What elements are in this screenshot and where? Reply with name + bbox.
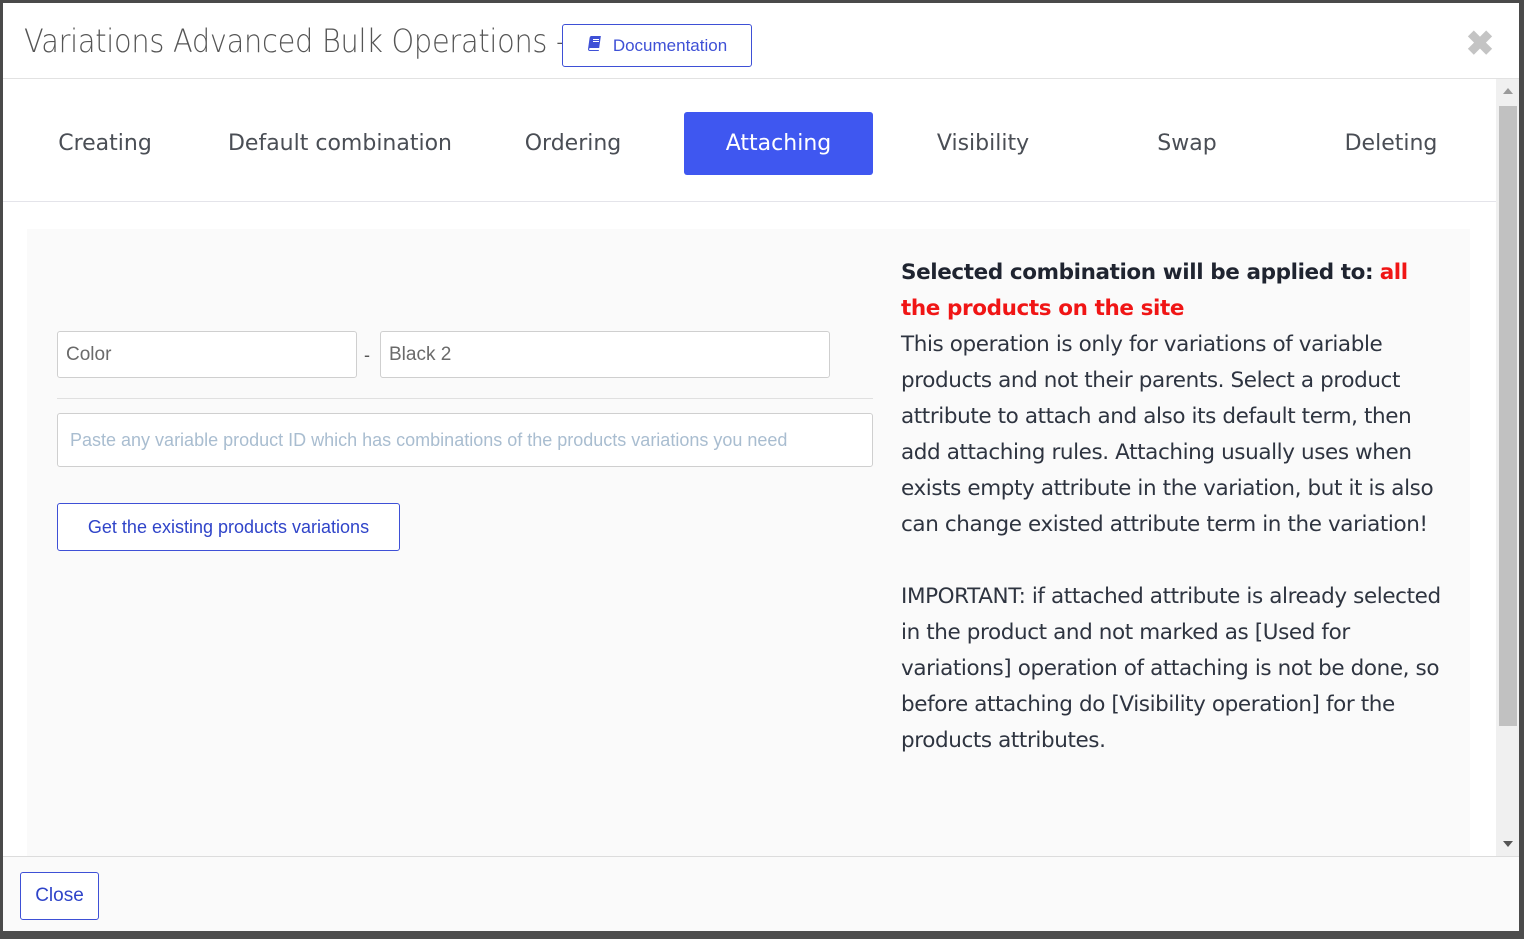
tab-swap[interactable]: Swap <box>1107 112 1267 175</box>
divider <box>57 398 873 399</box>
info-text: Selected combination will be applied to:… <box>901 255 1441 759</box>
operation-tabs: Creating Default combination Ordering At… <box>3 79 1496 202</box>
product-id-input[interactable]: Paste any variable product ID which has … <box>57 413 873 467</box>
term-select[interactable]: Black 2 <box>380 331 830 378</box>
important-note: IMPORTANT: if attached attribute is alre… <box>901 584 1441 753</box>
vertical-scrollbar[interactable] <box>1496 79 1519 856</box>
modal-footer: Close <box>3 856 1519 931</box>
applied-to-line: Selected combination will be applied to:… <box>901 255 1441 327</box>
book-icon <box>587 35 603 56</box>
description-text: This operation is only for variations of… <box>901 332 1434 537</box>
applied-label: Selected combination will be applied to: <box>901 260 1374 285</box>
page-backdrop <box>0 930 1524 939</box>
tab-default-combination[interactable]: Default combination <box>213 112 467 175</box>
modal-header: Variations Advanced Bulk Operations - Do… <box>3 3 1519 79</box>
modal-title: Variations Advanced Bulk Operations - <box>24 22 567 60</box>
scrollbar-thumb[interactable] <box>1499 106 1517 726</box>
scroll-down-arrow-icon[interactable] <box>1496 834 1519 854</box>
documentation-label: Documentation <box>612 35 728 55</box>
get-variations-button[interactable]: Get the existing products variations <box>57 503 400 551</box>
tab-attaching[interactable]: Attaching <box>684 112 873 175</box>
tab-visibility[interactable]: Visibility <box>903 112 1063 175</box>
attaching-panel: Color - Black 2 Paste any variable produ… <box>27 229 1470 856</box>
documentation-button[interactable]: Documentation <box>562 24 752 67</box>
close-icon[interactable]: ✖ <box>1465 27 1495 61</box>
bulk-operations-modal: Variations Advanced Bulk Operations - Do… <box>3 3 1519 931</box>
tab-creating[interactable]: Creating <box>25 112 185 175</box>
close-button[interactable]: Close <box>20 872 99 920</box>
modal-body: Creating Default combination Ordering At… <box>3 79 1496 856</box>
tab-deleting[interactable]: Deleting <box>1311 112 1471 175</box>
tab-ordering[interactable]: Ordering <box>493 112 653 175</box>
scroll-up-arrow-icon[interactable] <box>1496 81 1519 101</box>
separator: - <box>364 345 370 365</box>
attribute-select[interactable]: Color <box>57 331 357 378</box>
